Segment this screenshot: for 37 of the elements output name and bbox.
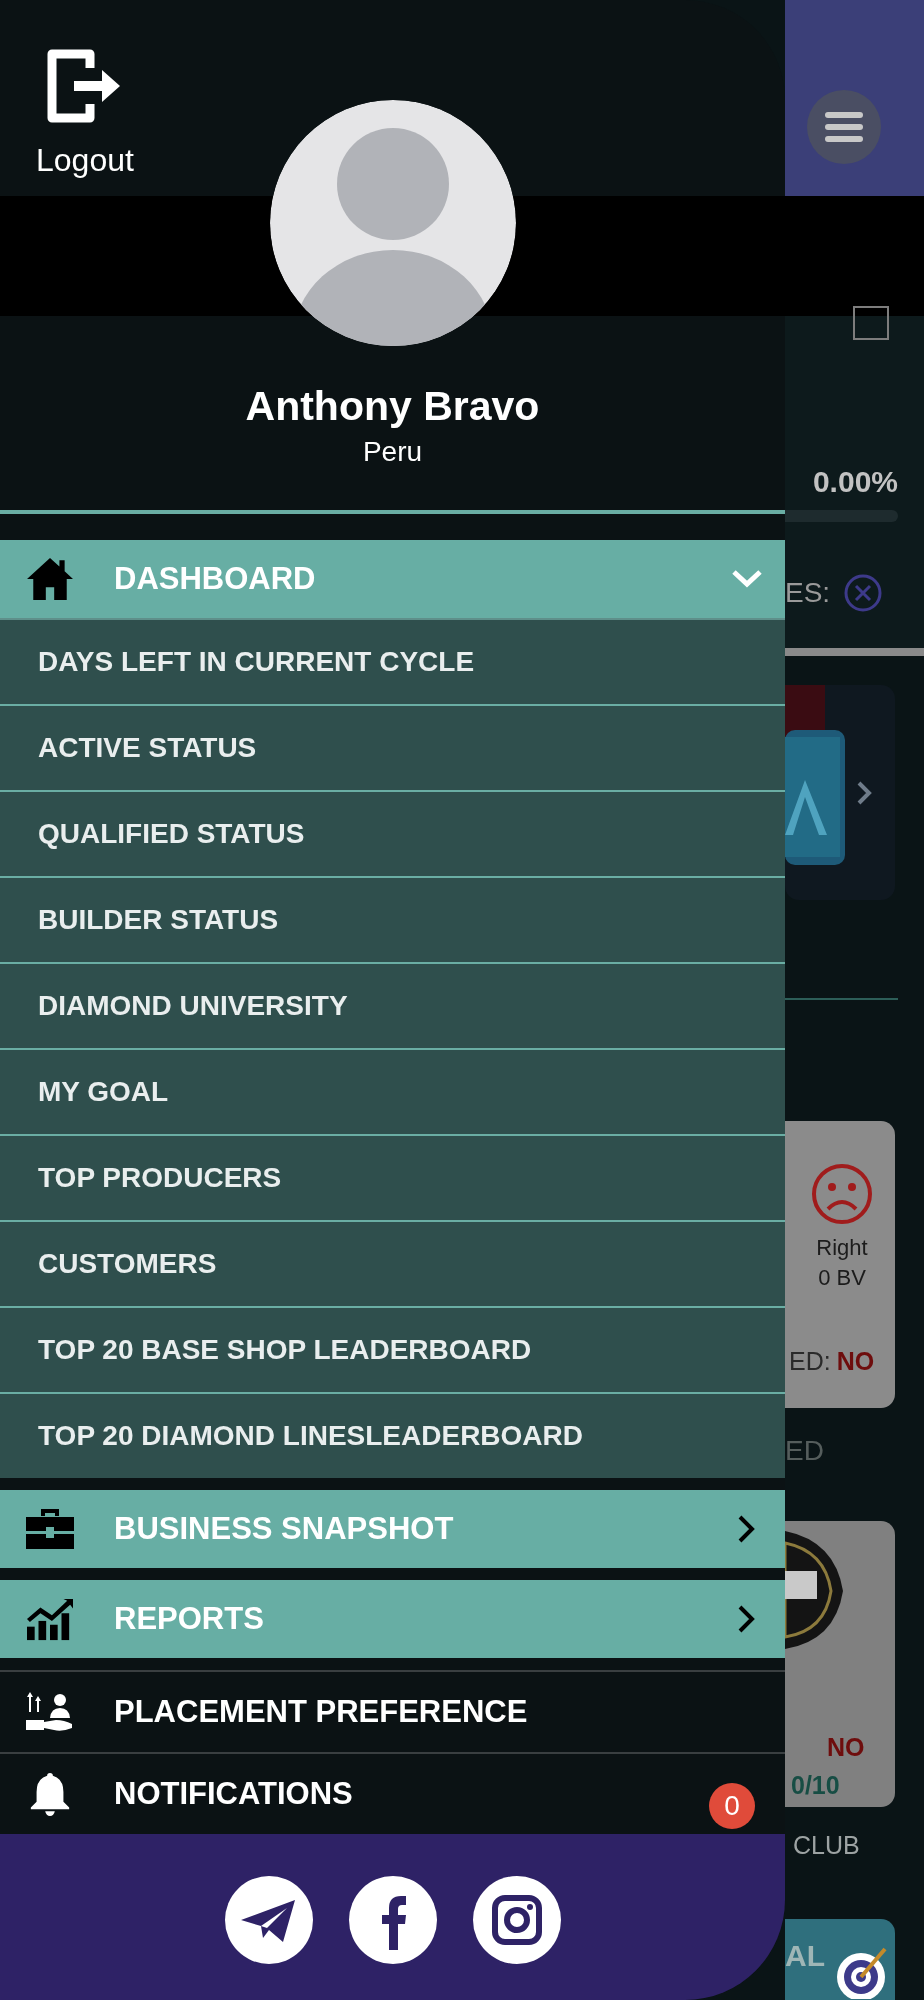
submenu-item[interactable]: BUILDER STATUS <box>0 878 785 962</box>
notification-badge: 0 <box>709 1783 755 1829</box>
qualified-label: ED: <box>789 1346 831 1377</box>
submenu-item[interactable]: TOP PRODUCERS <box>0 1136 785 1220</box>
submenu-item[interactable]: ACTIVE STATUS <box>0 706 785 790</box>
submenu-item[interactable]: MY GOAL <box>0 1050 785 1134</box>
submenu-item[interactable]: TOP 20 BASE SHOP LEADERBOARD <box>0 1308 785 1392</box>
submenu-item[interactable]: CUSTOMERS <box>0 1222 785 1306</box>
submenu-item[interactable]: TOP 20 DIAMOND LINESLEADERBOARD <box>0 1394 785 1478</box>
qualified-value: NO <box>836 1346 875 1377</box>
submenu-item[interactable]: DIAMOND UNIVERSITY <box>0 964 785 1048</box>
card-label: Right <box>816 1234 868 1262</box>
chevron-right-icon <box>737 1514 755 1544</box>
chevron-right-icon <box>737 1604 755 1634</box>
user-country: Peru <box>362 435 423 469</box>
chart-icon <box>24 1596 76 1642</box>
card-value: 0 BV <box>818 1264 866 1292</box>
submenu-item[interactable]: DAYS LEFT IN CURRENT CYCLE <box>0 620 785 704</box>
logout-button[interactable]: Logout <box>36 48 134 176</box>
facebook-icon[interactable] <box>348 1876 437 1964</box>
chevron-down-icon <box>731 569 763 589</box>
submenu-item[interactable]: QUALIFIED STATUS <box>0 792 785 876</box>
orders-value: 0/10 <box>791 1770 841 1801</box>
user-name: Anthony Bravo <box>245 382 540 431</box>
qualified-value: NO <box>827 1732 866 1763</box>
progress-percent: 0.00% <box>812 464 898 500</box>
menu-item[interactable]: PLACEMENT PREFERENCE <box>0 1670 785 1752</box>
briefcase-icon <box>24 1506 76 1552</box>
sad-face-icon <box>811 1163 873 1225</box>
menu-icon <box>825 112 863 142</box>
instagram-icon[interactable] <box>472 1876 561 1964</box>
checkbox[interactable] <box>853 306 889 340</box>
telegram-icon[interactable] <box>224 1876 313 1964</box>
card-caption: ED <box>785 1434 825 1468</box>
filter-label: ES: <box>785 576 831 610</box>
card-caption: CLUB <box>793 1830 861 1861</box>
goal-label: AL <box>785 1938 825 1974</box>
